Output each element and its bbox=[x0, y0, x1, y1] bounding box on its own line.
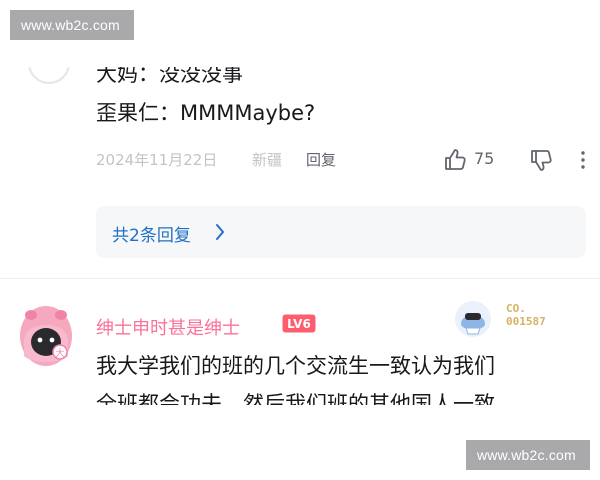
svg-text:大: 大 bbox=[55, 347, 64, 359]
comment-text-line: 大妈：没没没事 bbox=[96, 62, 243, 86]
comment-date: 2024年11月22日 bbox=[96, 151, 218, 169]
comment-location: 新疆 bbox=[252, 151, 283, 169]
more-vertical-icon bbox=[581, 151, 585, 169]
more-options-button[interactable] bbox=[579, 147, 587, 177]
dislike-button[interactable] bbox=[528, 147, 554, 177]
replies-count-label: 共2条回复 bbox=[112, 226, 191, 246]
comment-text-line: 我大学我们的班的几个交流生一致认为我们 bbox=[96, 354, 495, 378]
level-badge: LV6 bbox=[282, 314, 316, 333]
reply-button[interactable]: 回复 bbox=[306, 149, 336, 170]
like-button[interactable]: 75 bbox=[442, 147, 502, 173]
badge-line: CO. bbox=[506, 302, 526, 315]
fan-badge-number: CO. 001587 bbox=[506, 302, 546, 328]
divider bbox=[0, 278, 600, 279]
thumbs-up-icon bbox=[445, 149, 466, 170]
watermark-bottom: www.wb2c.com bbox=[466, 440, 590, 470]
comment-meta-row: 2024年11月22日 新疆 回复 75 bbox=[96, 147, 596, 173]
username[interactable]: 绅士申时甚是绅士 bbox=[96, 314, 240, 340]
comment-text-line: 歪果仁：MMMMaybe? bbox=[96, 101, 316, 125]
watermark-top: www.wb2c.com bbox=[10, 10, 134, 40]
thumbs-down-icon bbox=[531, 150, 552, 171]
fan-badge-icon[interactable] bbox=[454, 300, 492, 338]
level-text: LV6 bbox=[287, 317, 311, 331]
avatar[interactable] bbox=[28, 67, 70, 84]
comment-text-line: 全班都会功夫，然后我们班的其他国人一致 bbox=[96, 392, 495, 416]
badge-line: 001587 bbox=[506, 315, 546, 328]
avatar[interactable]: 大 bbox=[18, 304, 74, 368]
like-count: 75 bbox=[474, 149, 495, 168]
view-replies-link[interactable]: 共2条回复 bbox=[96, 206, 586, 258]
chevron-right-icon bbox=[216, 224, 224, 240]
